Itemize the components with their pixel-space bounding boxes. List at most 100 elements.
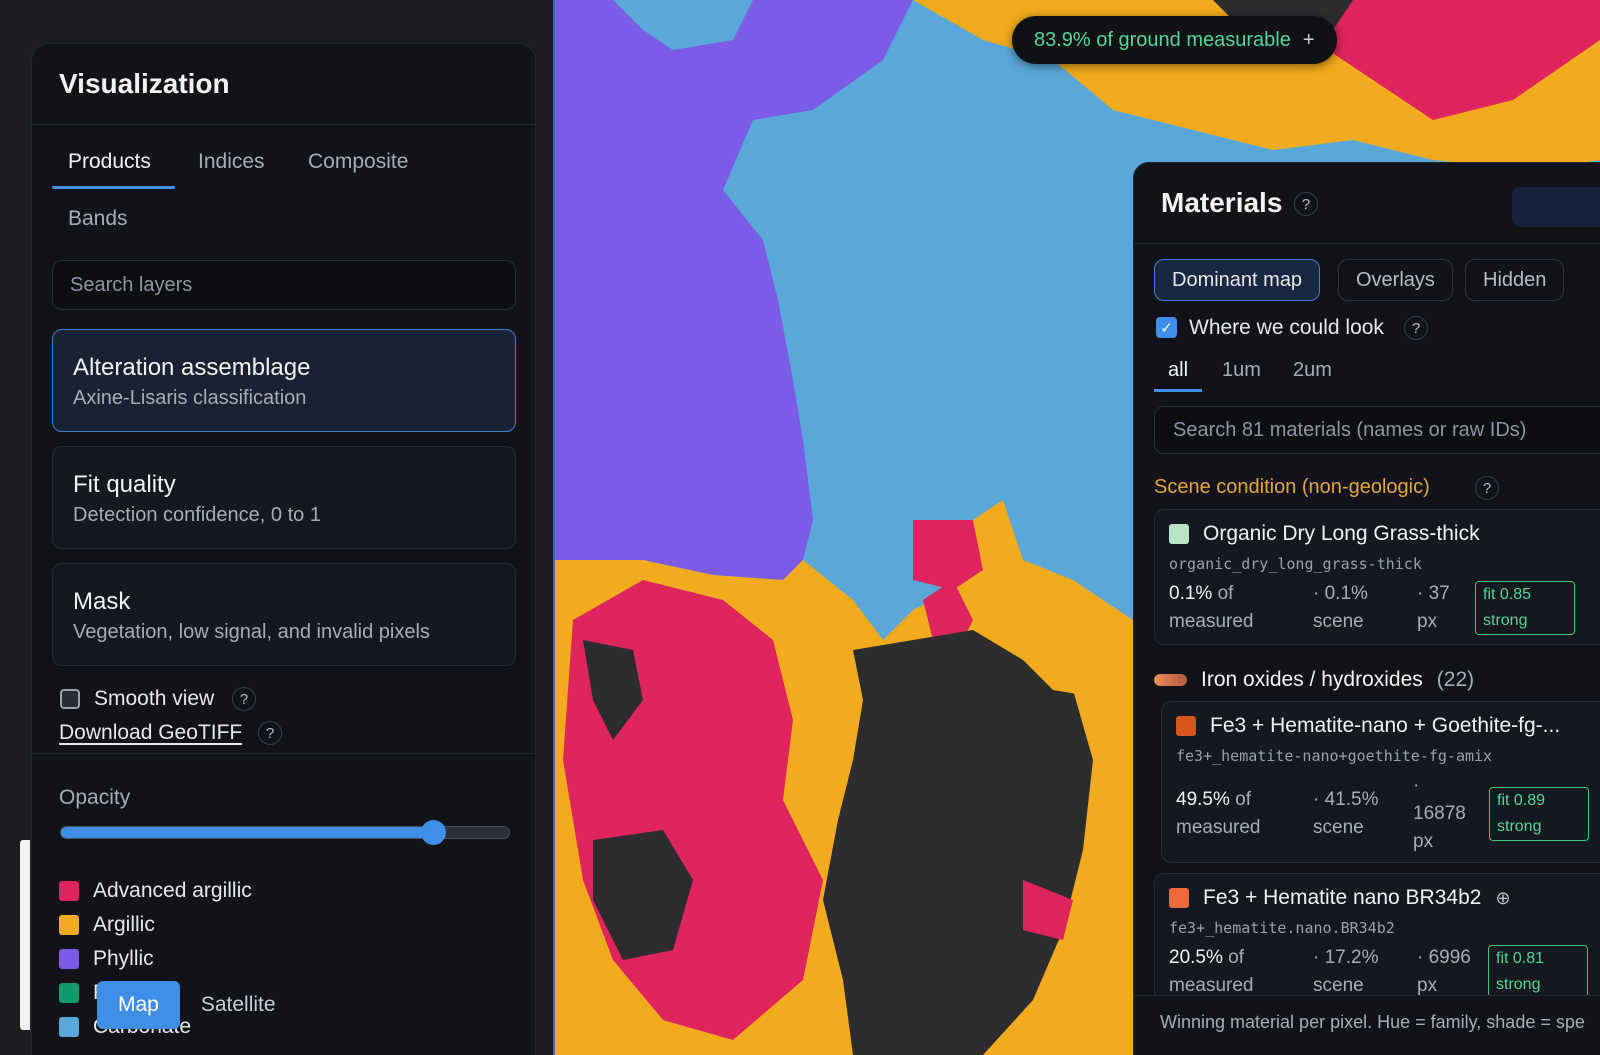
map-edge (553, 0, 555, 1055)
measured-word: of (1235, 789, 1252, 810)
where-help-icon[interactable]: ? (1404, 316, 1428, 340)
satellite-button[interactable]: Satellite (180, 981, 297, 1029)
material-name: Fe3 + Hematite nano BR34b2 ⊕ (1169, 886, 1511, 910)
legend-item: Advanced argillic (59, 878, 252, 904)
tab-composite[interactable]: Composite (308, 150, 408, 174)
px-stat: · 6996 px (1417, 944, 1471, 1000)
measured-word: of (1217, 583, 1234, 604)
measured-unit: measured (1169, 975, 1254, 996)
coverage-text: 83.9% of ground measurable (1034, 28, 1291, 51)
family-color-ramp (1154, 674, 1187, 686)
scene-value: · 41.5% (1313, 789, 1379, 810)
legend-label: Phyllic (93, 947, 154, 970)
band-1um[interactable]: 1um (1222, 359, 1261, 382)
scene-value: · 17.2% (1313, 947, 1379, 968)
smooth-view-checkbox[interactable] (60, 689, 80, 709)
layer-title: Fit quality (73, 471, 176, 498)
material-id: fe3+_hematite.nano.BR34b2 (1169, 919, 1395, 937)
legend-swatch (59, 949, 79, 969)
family-name: Iron oxides / hydroxides (1201, 668, 1423, 691)
view-dominant-map[interactable]: Dominant map (1154, 259, 1321, 301)
opacity-label: Opacity (59, 786, 131, 809)
material-card[interactable]: Organic Dry Long Grass-thick organic_dry… (1154, 509, 1600, 645)
header-action-button[interactable] (1512, 187, 1600, 227)
scene-unit: scene (1313, 975, 1364, 996)
material-name: Organic Dry Long Grass-thick (1169, 522, 1480, 546)
fit-badge: fit 0.89 strong (1489, 787, 1589, 841)
family-count: (22) (1436, 668, 1475, 691)
globe-icon[interactable]: ⊕ (1495, 888, 1510, 909)
layer-card-mask[interactable]: Mask Vegetation, low signal, and invalid… (52, 563, 516, 666)
fit-value: fit 0.89 (1497, 792, 1546, 809)
divider (32, 753, 535, 754)
layer-card-alteration[interactable]: Alteration assemblage Axine-Lisaris clas… (52, 329, 516, 432)
px-dot: · (1413, 775, 1420, 796)
visualization-panel: Visualization Products Indices Composite… (31, 43, 536, 1055)
layer-title: Mask (73, 588, 131, 615)
layer-search-input[interactable]: Search layers (52, 260, 516, 310)
scene-stat: · 41.5% scene (1313, 786, 1378, 842)
material-name-text: Organic Dry Long Grass-thick (1203, 522, 1480, 545)
map-button[interactable]: Map (97, 981, 180, 1029)
materials-panel: Materials ? Dominant map Overlays Hidden… (1133, 162, 1600, 1055)
measured-stat: 49.5% of measured (1176, 786, 1261, 842)
measured-stat: 20.5% of measured (1169, 944, 1254, 1000)
material-swatch (1169, 888, 1189, 908)
opacity-slider-fill (61, 827, 433, 838)
layer-subtitle: Vegetation, low signal, and invalid pixe… (73, 621, 430, 643)
material-swatch (1176, 716, 1196, 736)
tab-indices[interactable]: Indices (198, 150, 265, 174)
expand-plus-icon[interactable]: + (1303, 29, 1315, 52)
material-id: organic_dry_long_grass-thick (1169, 555, 1422, 573)
tab-products[interactable]: Products (68, 150, 151, 174)
fit-badge: fit 0.81 strong (1488, 945, 1588, 999)
legend-label: Argillic (93, 913, 155, 936)
legend-item: Phyllic (59, 946, 154, 972)
scene-value: · 0.1% (1313, 583, 1368, 604)
materials-search-input[interactable]: Search 81 materials (names or raw IDs) (1154, 406, 1600, 454)
materials-help-icon[interactable]: ? (1294, 192, 1318, 216)
coverage-pill[interactable]: 83.9% of ground measurable + (1012, 16, 1337, 64)
band-all[interactable]: all (1168, 359, 1188, 382)
download-geotiff-link[interactable]: Download GeoTIFF (59, 721, 242, 745)
layer-subtitle: Axine-Lisaris classification (73, 387, 307, 409)
scene-help-icon[interactable]: ? (1475, 476, 1499, 500)
px-value: 16878 (1413, 803, 1466, 824)
download-help-icon[interactable]: ? (258, 721, 282, 745)
layer-title: Alteration assemblage (73, 354, 311, 381)
material-card[interactable]: Fe3 + Hematite nano BR34b2 ⊕ fe3+_hematit… (1154, 873, 1600, 1003)
map-type-toggle: Map Satellite (97, 981, 297, 1029)
tab-bands[interactable]: Bands (68, 207, 128, 231)
px-stat: · 16878 px (1413, 772, 1466, 856)
material-card[interactable]: Fe3 + Hematite-nano + Goethite-fg-... fe… (1161, 701, 1600, 863)
legend-label: Advanced argillic (93, 879, 252, 902)
material-id: fe3+_hematite-nano+goethite-fg-amix (1176, 747, 1493, 765)
px-value: · 6996 (1417, 947, 1471, 968)
smooth-view-label: Smooth view (94, 687, 215, 710)
layer-subtitle: Detection confidence, 0 to 1 (73, 504, 321, 526)
measured-word: of (1228, 947, 1245, 968)
opacity-slider-handle[interactable] (420, 820, 446, 845)
family-header[interactable]: Iron oxides / hydroxides (22) (1154, 668, 1474, 692)
panel-title: Visualization (59, 68, 230, 99)
active-band-indicator (1154, 389, 1202, 392)
app: 83.9% of ground measurable + Visualizati… (0, 0, 1600, 1055)
layer-card-fit-quality[interactable]: Fit quality Detection confidence, 0 to 1 (52, 446, 516, 549)
band-2um[interactable]: 2um (1293, 359, 1332, 382)
opacity-slider[interactable] (60, 820, 510, 845)
measured-unit: measured (1176, 817, 1261, 838)
scene-stat: · 17.2% scene (1313, 944, 1378, 1000)
material-name: Fe3 + Hematite-nano + Goethite-fg-... (1176, 714, 1560, 738)
legend-swatch (59, 983, 79, 1003)
view-overlays[interactable]: Overlays (1338, 259, 1453, 301)
material-name-text: Fe3 + Hematite nano BR34b2 (1203, 886, 1482, 909)
left-edge-strip (20, 840, 30, 1030)
scene-unit: scene (1313, 817, 1364, 838)
px-stat: · 37 px (1417, 580, 1450, 636)
smooth-view-help-icon[interactable]: ? (232, 687, 256, 711)
px-value: · 37 (1417, 583, 1450, 604)
scene-stat: · 0.1% scene (1313, 580, 1368, 636)
where-we-could-look-checkbox[interactable]: ✓ (1156, 317, 1177, 338)
view-hidden[interactable]: Hidden (1465, 259, 1565, 301)
divider (32, 124, 535, 125)
